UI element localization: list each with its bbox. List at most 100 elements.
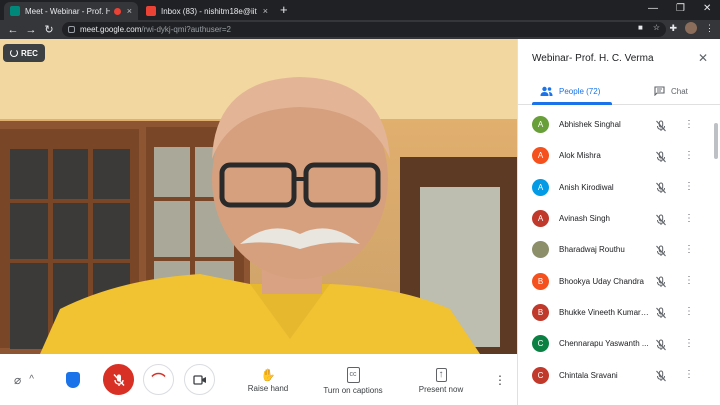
chat-tab-label: Chat xyxy=(671,86,688,96)
back-arrow-icon[interactable]: ← xyxy=(4,24,22,36)
participant-name: Chintala Sravani xyxy=(559,370,618,380)
browser-toolbar: ← → ↻ meet.google.com /rwi-dykj-qmi?auth… xyxy=(0,20,720,39)
participant-avatar: A xyxy=(532,178,549,196)
raise-hand-label: Raise hand xyxy=(247,384,289,393)
microphone-off-button[interactable] xyxy=(103,364,134,395)
closed-captions-icon: cc xyxy=(346,367,360,383)
participant-more-icon[interactable]: ⋮ xyxy=(684,306,694,318)
participant-row[interactable]: B Bhukke Vineeth Kumar ... ⋮ xyxy=(518,297,720,328)
screen: Meet - Webinar - Prof. H. C. V × Inbox (… xyxy=(0,0,720,405)
panel-close-icon[interactable]: ✕ xyxy=(698,51,708,65)
participant-name: Avinash Singh xyxy=(559,214,610,224)
participant-avatar: B xyxy=(532,303,549,321)
participant-row[interactable]: C Chintala Sravani ⋮ xyxy=(518,359,720,390)
camera-in-use-icon[interactable]: ■ xyxy=(638,23,643,32)
meeting-details-button[interactable]: ⌀ ^ xyxy=(14,374,34,386)
minimize-button[interactable]: — xyxy=(648,2,658,16)
profile-avatar[interactable] xyxy=(685,22,697,34)
participant-row[interactable]: A Alok Mishra ⋮ xyxy=(518,140,720,171)
browser-menu-icon[interactable]: ⋮ xyxy=(705,23,714,34)
mic-off-icon xyxy=(655,275,667,288)
tab-meet[interactable]: Meet - Webinar - Prof. H. C. V × xyxy=(4,2,138,20)
tab-title: Inbox (83) - nishitm18e@iitt.ac xyxy=(161,6,257,16)
extensions-icon[interactable]: ✚ xyxy=(669,23,677,34)
forward-arrow-icon[interactable]: → xyxy=(22,24,40,36)
mic-off-icon xyxy=(655,150,667,163)
recording-dot-icon xyxy=(113,7,121,15)
more-options-icon[interactable]: ⋮ xyxy=(494,372,506,388)
gmail-favicon-icon xyxy=(146,6,156,16)
participant-more-icon[interactable]: ⋮ xyxy=(684,119,694,131)
address-bar[interactable]: meet.google.com /rwi-dykj-qmi?authuser=2… xyxy=(62,22,666,37)
mic-off-icon xyxy=(112,373,125,386)
mic-off-icon xyxy=(655,213,667,225)
recording-icon xyxy=(10,49,19,57)
bookmark-star-icon[interactable]: ☆ xyxy=(653,23,660,32)
tab-title: Meet - Webinar - Prof. H. C. V xyxy=(25,6,110,16)
participant-row[interactable]: B Bhookya Uday Chandra ⋮ xyxy=(518,265,720,296)
participant-name: Bhookya Uday Chandra xyxy=(559,276,644,286)
camera-button[interactable] xyxy=(184,364,215,395)
participant-more-icon[interactable]: ⋮ xyxy=(684,150,694,162)
participant-more-icon[interactable]: ⋮ xyxy=(684,244,694,256)
reload-icon[interactable]: ↻ xyxy=(40,23,58,36)
participant-name: Bhukke Vineeth Kumar ... xyxy=(559,307,649,317)
participant-avatar xyxy=(532,241,549,259)
tab-chat[interactable]: Chat xyxy=(654,77,688,105)
tab-close-icon[interactable]: × xyxy=(263,6,268,16)
mic-off-icon xyxy=(655,369,667,382)
close-window-button[interactable]: ✕ xyxy=(703,2,711,16)
leave-call-button[interactable]: ⌒ xyxy=(143,364,174,395)
mic-off-icon xyxy=(655,181,667,194)
panel-scrollbar[interactable] xyxy=(714,123,718,159)
participant-more-icon[interactable]: ⋮ xyxy=(684,369,694,381)
present-now-button[interactable]: ↑ Present now xyxy=(418,364,464,398)
video-camera-icon xyxy=(192,374,206,385)
participant-row[interactable]: C Chennarapu Yaswanth ... ⋮ xyxy=(518,328,720,359)
url-host: meet.google.com xyxy=(80,25,142,34)
panel-tabs: People (72) Chat xyxy=(518,77,720,105)
captions-button[interactable]: cc Turn on captions xyxy=(322,364,384,398)
people-tab-label: People (72) xyxy=(559,86,601,96)
paperclip-icon: ⌀ xyxy=(14,373,22,387)
participant-row[interactable]: A Abhishek Singhal ⋮ xyxy=(518,109,720,140)
tab-people[interactable]: People (72) xyxy=(540,77,600,105)
present-screen-icon: ↑ xyxy=(435,368,447,382)
panel-title: Webinar- Prof. H. C. Verma xyxy=(532,53,654,64)
participant-row[interactable]: A Avinash Singh ⋮ xyxy=(518,203,720,234)
new-tab-button[interactable]: + xyxy=(280,2,288,18)
active-tab-indicator xyxy=(532,102,612,105)
tab-inbox[interactable]: Inbox (83) - nishitm18e@iitt.ac × xyxy=(140,2,274,20)
meeting-controls: ⌀ ^ ⌒ ✋ Raise hand cc Turn on captions ↑… xyxy=(0,354,517,405)
participant-row[interactable]: Bharadwaj Routhu ⋮ xyxy=(518,234,720,265)
participants-panel: Webinar- Prof. H. C. Verma ✕ People (72) xyxy=(517,39,720,405)
participant-avatar: C xyxy=(532,366,549,384)
present-label: Present now xyxy=(418,385,464,394)
browser-tab-strip: Meet - Webinar - Prof. H. C. V × Inbox (… xyxy=(0,0,720,20)
participant-more-icon[interactable]: ⋮ xyxy=(684,213,694,225)
mic-off-icon xyxy=(655,338,667,351)
participant-name: Abhishek Singhal xyxy=(559,120,621,130)
recording-indicator: REC xyxy=(3,44,45,62)
tab-close-icon[interactable]: × xyxy=(127,6,132,16)
hang-up-icon: ⌒ xyxy=(151,371,166,388)
hand-icon: ✋ xyxy=(260,368,276,382)
maximize-button[interactable]: ❐ xyxy=(676,2,685,16)
chat-icon xyxy=(654,86,665,96)
speaker-figure xyxy=(40,77,480,354)
participant-avatar: A xyxy=(532,147,549,165)
people-icon xyxy=(540,86,553,96)
participant-name: Chennarapu Yaswanth ... xyxy=(559,339,649,349)
raise-hand-button[interactable]: ✋ Raise hand xyxy=(248,364,288,398)
participant-avatar: C xyxy=(532,335,549,353)
shield-icon[interactable] xyxy=(66,372,80,388)
url-path: /rwi-dykj-qmi?authuser=2 xyxy=(141,25,231,34)
participant-more-icon[interactable]: ⋮ xyxy=(684,275,694,287)
participant-row[interactable]: A Anish Kirodiwal ⋮ xyxy=(518,172,720,203)
participant-more-icon[interactable]: ⋮ xyxy=(684,181,694,193)
participant-list: A Abhishek Singhal ⋮ A Alok Mishra ⋮ A Anish Ki… xyxy=(518,109,720,391)
mic-off-icon xyxy=(655,306,667,319)
participant-more-icon[interactable]: ⋮ xyxy=(684,338,694,350)
meet-favicon-icon xyxy=(10,6,20,16)
captions-label: Turn on captions xyxy=(323,386,383,395)
